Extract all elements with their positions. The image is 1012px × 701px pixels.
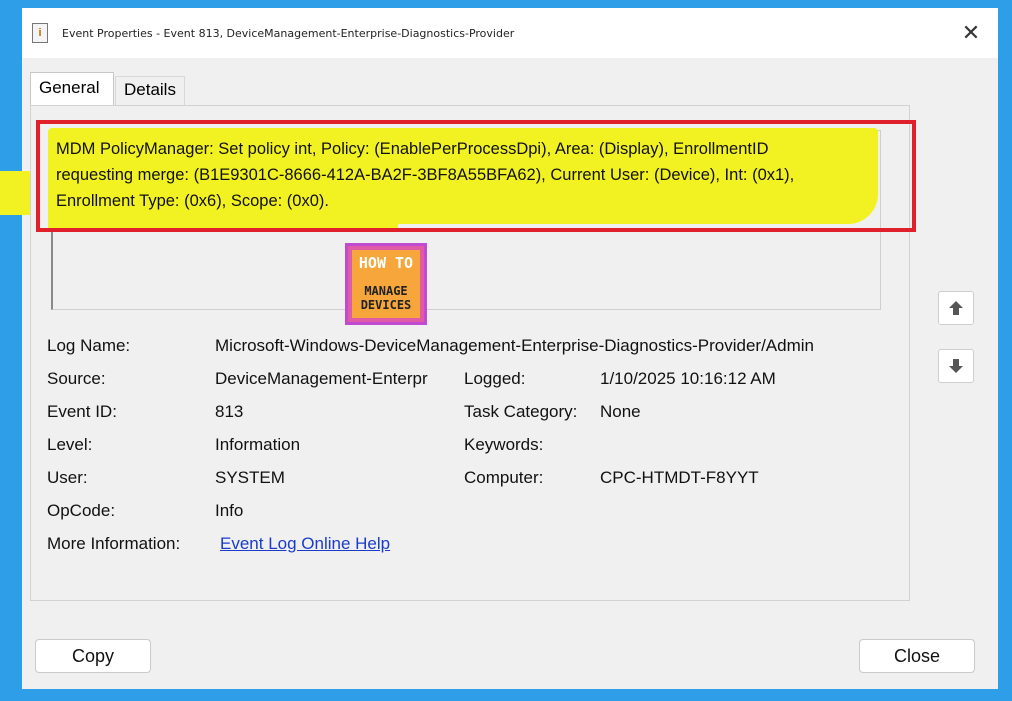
logo-text-manage: MANAGE xyxy=(364,284,408,298)
log-name-label: Log Name: xyxy=(47,336,131,355)
computer-label: Computer: xyxy=(464,468,544,487)
user-value: SYSTEM xyxy=(215,468,285,487)
source-label: Source: xyxy=(47,369,106,388)
computer-value: CPC-HTMDT-F8YYT xyxy=(600,468,759,487)
task-category-value: None xyxy=(600,402,641,421)
event-viewer-app-icon: i xyxy=(32,23,48,43)
logo-text-devices: DEVICES xyxy=(360,298,412,312)
level-label: Level: xyxy=(47,435,93,454)
arrow-down-icon xyxy=(949,359,963,373)
user-label: User: xyxy=(47,468,88,487)
more-information-label: More Information: xyxy=(47,534,181,553)
how-to-manage-devices-logo: HOW TO MANAGE DEVICES xyxy=(345,243,427,325)
event-properties-window: i Event Properties - Event 813, DeviceMa… xyxy=(22,8,998,689)
level-value: Information xyxy=(215,435,301,454)
copy-button[interactable]: Copy xyxy=(35,639,151,673)
logo-text-top: HOW TO xyxy=(358,254,414,272)
event-id-label: Event ID: xyxy=(47,402,117,421)
event-log-online-help-link[interactable]: Event Log Online Help xyxy=(220,534,390,554)
tab-general[interactable]: General xyxy=(30,72,114,105)
title-bar: i Event Properties - Event 813, DeviceMa… xyxy=(22,8,998,58)
source-value: DeviceManagement-Enterpr xyxy=(215,369,428,388)
close-icon[interactable]: ✕ xyxy=(956,18,986,48)
arrow-up-icon xyxy=(949,301,963,315)
keywords-label: Keywords: xyxy=(464,435,544,454)
logged-value: 1/10/2025 10:16:12 AM xyxy=(600,369,776,388)
logo-background: HOW TO MANAGE DEVICES xyxy=(352,250,420,318)
opcode-label: OpCode: xyxy=(47,501,116,520)
next-event-button[interactable] xyxy=(938,349,974,383)
log-name-value: Microsoft-Windows-DeviceManagement-Enter… xyxy=(215,336,814,355)
highlight-marker xyxy=(0,171,30,215)
window-title: Event Properties - Event 813, DeviceMana… xyxy=(62,27,515,40)
event-id-value: 813 xyxy=(215,402,244,421)
logged-label: Logged: xyxy=(464,369,526,388)
previous-event-button[interactable] xyxy=(938,291,974,325)
annotation-red-box xyxy=(36,120,916,232)
tab-details[interactable]: Details xyxy=(115,76,185,105)
task-category-label: Task Category: xyxy=(464,402,578,421)
opcode-value: Info xyxy=(215,501,244,520)
close-button[interactable]: Close xyxy=(859,639,975,673)
